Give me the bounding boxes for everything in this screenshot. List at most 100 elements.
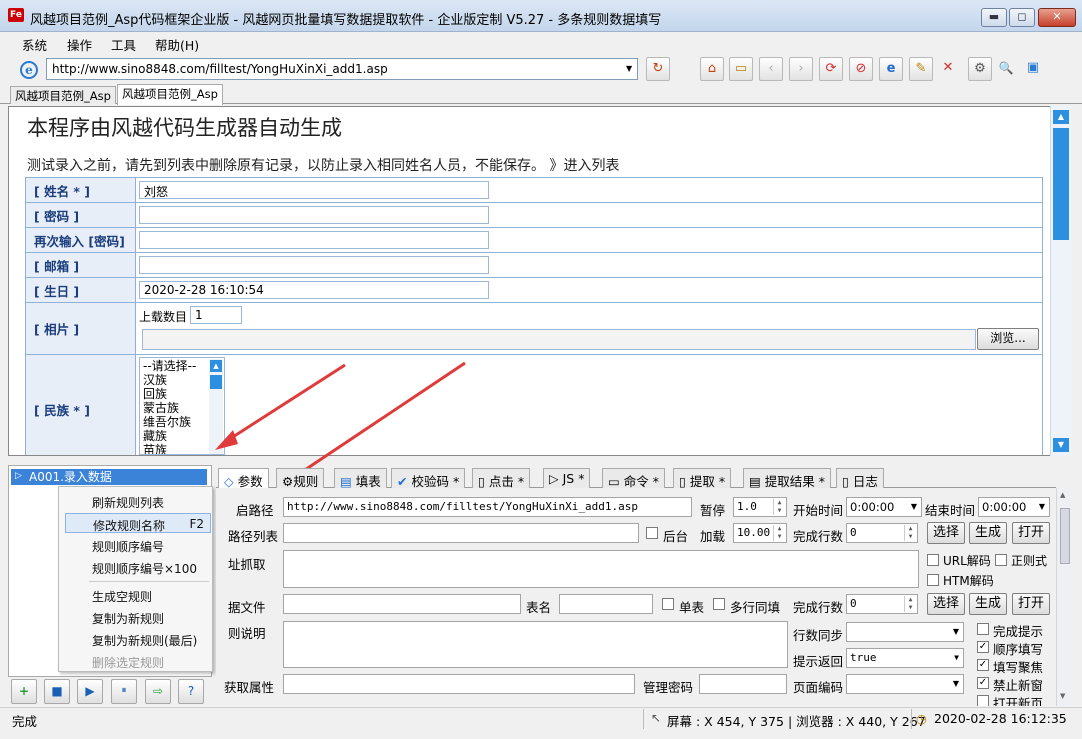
panel-scrollbar[interactable]: ▲ ▼ [1056, 488, 1073, 706]
stepper-arrows-icon[interactable]: ▲ ▼ [904, 525, 916, 541]
menu-item-duplicate-last[interactable]: 复制为新规则(最后) [65, 629, 211, 649]
chevron-down-icon[interactable]: ▼ [1039, 502, 1045, 511]
seq-fill-checkbox[interactable]: ✓ [977, 641, 989, 653]
table-name-input[interactable] [559, 594, 653, 614]
tab-command[interactable]: ▭ 命令 * [602, 468, 666, 489]
chevron-down-icon[interactable]: ▼ [953, 627, 959, 636]
pause-stepper[interactable]: 1.0 ▲ ▼ [733, 497, 787, 517]
tab-js[interactable]: ▷ JS * [543, 468, 591, 488]
path-input[interactable]: http://www.sino8848.com/filltest/YongHuX… [283, 497, 692, 517]
pause-icon[interactable]: ⏸ [111, 679, 137, 704]
hint-return-select[interactable]: true ▼ [846, 648, 964, 668]
html-decode-checkbox[interactable] [927, 574, 939, 586]
hint-return-value: true [850, 651, 877, 664]
menu-item-rename[interactable]: 修改规则名称 F2 [65, 513, 211, 533]
tab-fill-table[interactable]: ▤ 填表 [334, 468, 387, 489]
scroll-thumb[interactable] [1060, 508, 1070, 564]
tab-extract-result[interactable]: ▤ 提取结果 * [743, 468, 832, 489]
load-stepper[interactable]: 10.00 ▲ ▼ [733, 523, 787, 543]
done-rows2-stepper[interactable]: 0 ▲ ▼ [846, 594, 918, 614]
chevron-down-icon[interactable]: ▼ [911, 502, 917, 511]
tab-label: 提取 * [689, 474, 726, 489]
block-popup-checkbox[interactable]: ✓ [977, 677, 989, 689]
tab-captcha[interactable]: ✔ 校验码 * [391, 468, 466, 489]
done-rows2-value: 0 [850, 597, 857, 610]
admin-pwd-input[interactable] [699, 674, 787, 694]
add-rule-icon[interactable]: + [11, 679, 37, 704]
open2-button[interactable]: 打开 [1012, 593, 1050, 615]
menu-item-new-empty[interactable]: 生成空规则 [65, 585, 211, 605]
tab-rules[interactable]: ⚙规则 [276, 468, 325, 489]
tab-rules-icon: ⚙ [282, 474, 294, 489]
single-table-label: 单表 [679, 600, 705, 615]
table-name-label: 表名 [526, 600, 552, 615]
get-attr-input[interactable] [283, 674, 635, 694]
tree-expand-icon[interactable]: ▷ [15, 471, 22, 481]
tab-label: JS * [562, 471, 585, 486]
save-icon[interactable]: ■ [44, 679, 70, 704]
single-table-checkbox[interactable] [662, 598, 674, 610]
menu-item-shortcut: F2 [189, 517, 204, 531]
done-prompt-checkbox[interactable] [977, 623, 989, 635]
chevron-down-icon[interactable]: ▼ [954, 653, 959, 662]
open-button[interactable]: 打开 [1012, 522, 1050, 544]
menu-item-delete[interactable]: 删除选定规则 [65, 651, 211, 671]
end-time-label: 结束时间 [925, 503, 976, 518]
background-checkbox[interactable] [646, 527, 658, 539]
tab-click[interactable]: ▯ 点击 * [472, 468, 531, 489]
coords-readout: 屏幕 : X 454, Y 375 | 浏览器 : X 440, Y 267 [667, 714, 926, 729]
tab-extract[interactable]: ▯ 提取 * [673, 468, 732, 489]
multirow-checkbox[interactable] [713, 598, 725, 610]
status-separator [643, 709, 644, 729]
export-icon[interactable]: ⇨ [145, 679, 171, 704]
generate-button[interactable]: 生成 [969, 522, 1007, 544]
tab-log[interactable]: ▯ 日志 [836, 468, 884, 489]
tab-captcha-icon: ✔ [397, 474, 408, 489]
tab-fill-table-icon: ▤ [340, 474, 352, 489]
page-encoding-select[interactable]: ▼ [846, 674, 964, 694]
status-text: 完成 [12, 714, 38, 729]
select2-button[interactable]: 选择 [927, 593, 965, 615]
regex-checkbox[interactable] [995, 554, 1007, 566]
url-fetch-label: 址抓取 [228, 557, 266, 572]
menu-item-label: 修改规则名称 [93, 519, 166, 533]
scroll-up-icon[interactable]: ▲ [1060, 491, 1065, 499]
path-list-input[interactable] [283, 523, 639, 543]
run-icon[interactable]: ▶ [77, 679, 103, 704]
menu-item-renumber-100[interactable]: 规则顺序编号×100 [65, 557, 211, 577]
select-button[interactable]: 选择 [927, 522, 965, 544]
start-time-value: 0:00:00 [850, 500, 895, 514]
clock-icon: ◷ [916, 711, 927, 726]
url-decode-checkbox[interactable] [927, 554, 939, 566]
stepper-arrows-icon[interactable]: ▲ ▼ [904, 596, 916, 612]
tree-item-a001[interactable]: A001.录入数据 [11, 469, 207, 485]
menu-item-refresh[interactable]: 刷新规则列表 [65, 491, 211, 511]
done-rows-stepper[interactable]: 0 ▲ ▼ [846, 523, 918, 543]
start-time-picker[interactable]: 0:00:00 ▼ [846, 497, 922, 517]
chevron-down-icon[interactable]: ▼ [953, 679, 959, 688]
tab-params[interactable]: ◇ 参数 [218, 468, 269, 489]
admin-pwd-label: 管理密码 [643, 680, 694, 695]
done-prompt-label: 完成提示 [993, 624, 1044, 639]
open-new-checkbox[interactable] [977, 695, 989, 706]
tab-extract-result-icon: ▤ [749, 474, 761, 489]
tab-label: 点击 * [488, 474, 525, 489]
desc-textarea[interactable] [283, 621, 788, 668]
data-file-input[interactable] [283, 594, 521, 614]
url-fetch-textarea[interactable] [283, 550, 919, 588]
stepper-arrows-icon[interactable]: ▲ ▼ [773, 525, 785, 541]
tab-label: 命令 * [623, 474, 660, 489]
html-decode-label: HTM解码 [943, 574, 994, 588]
row-sync-select[interactable]: ▼ [846, 622, 964, 642]
status-separator [911, 709, 912, 729]
scroll-down-icon[interactable]: ▼ [1060, 692, 1065, 700]
menu-item-renumber[interactable]: 规则顺序编号 [65, 535, 211, 555]
help-icon[interactable]: ? [178, 679, 204, 704]
end-time-picker[interactable]: 0:00:00 ▼ [978, 497, 1050, 517]
fill-focus-checkbox[interactable]: ✓ [977, 659, 989, 671]
menu-separator [89, 581, 209, 582]
menu-item-duplicate[interactable]: 复制为新规则 [65, 607, 211, 627]
stepper-arrows-icon[interactable]: ▲ ▼ [773, 499, 785, 515]
generate2-button[interactable]: 生成 [969, 593, 1007, 615]
params-panel: 启路径 http://www.sino8848.com/filltest/Yon… [216, 488, 1056, 706]
